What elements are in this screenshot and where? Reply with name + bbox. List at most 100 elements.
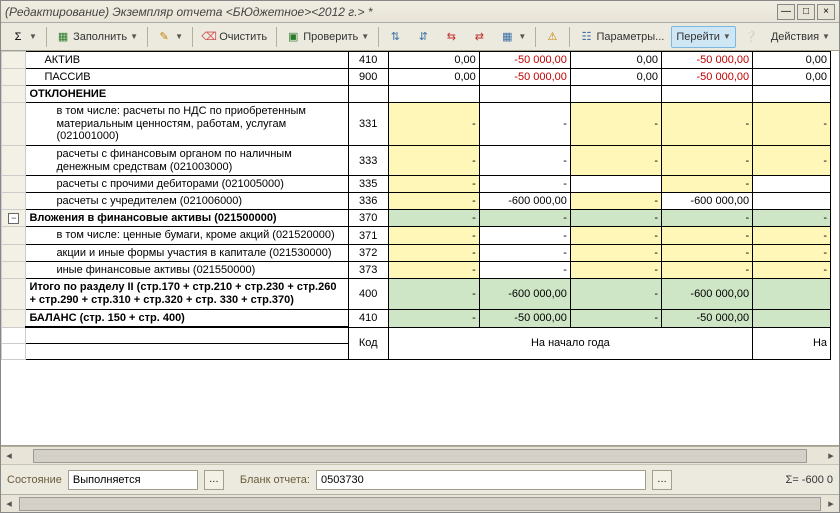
cell-value[interactable]: 0,00 [753, 69, 831, 86]
table-row[interactable]: иные финансовые активы (021550000)373---… [2, 262, 831, 279]
cell-value[interactable]: - [570, 145, 661, 175]
fill-button[interactable]: ▦ Заполнить▼ [50, 26, 143, 48]
tool-info[interactable]: ⚠ [539, 26, 565, 48]
actions-button[interactable]: Действия▼ [766, 26, 835, 48]
cell-value[interactable]: -50 000,00 [479, 69, 570, 86]
cell-value[interactable]: - [662, 176, 753, 193]
cell-value[interactable]: - [570, 309, 661, 327]
cell-value[interactable]: -50 000,00 [479, 52, 570, 69]
goto-button[interactable]: Перейти▼ [671, 26, 736, 48]
cell-value[interactable]: - [388, 103, 479, 146]
cell-value[interactable]: - [388, 279, 479, 309]
cell-value[interactable]: - [662, 244, 753, 262]
table-row[interactable]: в том числе: ценные бумаги, кроме акций … [2, 227, 831, 245]
state-picker[interactable]: … [204, 470, 224, 490]
close-button[interactable]: × [817, 4, 835, 20]
cell-value[interactable]: 0,00 [570, 69, 661, 86]
cell-value[interactable]: 0,00 [388, 52, 479, 69]
cell-value[interactable]: -50 000,00 [662, 52, 753, 69]
cell-value[interactable]: - [570, 193, 661, 210]
table-row[interactable]: ОТКЛОНЕНИЕ [2, 86, 831, 103]
cell-value[interactable]: - [570, 279, 661, 309]
cell-value[interactable]: - [479, 262, 570, 279]
cell-value[interactable]: -50 000,00 [662, 69, 753, 86]
cell-value[interactable]: - [388, 176, 479, 193]
cell-value[interactable]: - [662, 227, 753, 245]
tool-a5[interactable]: ▦▼ [494, 26, 531, 48]
cell-value[interactable]: -50 000,00 [479, 309, 570, 327]
cell-value[interactable]: - [753, 262, 831, 279]
cell-value[interactable]: - [570, 210, 661, 227]
cell-value[interactable]: - [388, 145, 479, 175]
cell-value[interactable]: - [388, 309, 479, 327]
cell-value[interactable]: - [388, 210, 479, 227]
cell-value[interactable]: - [753, 244, 831, 262]
report-grid[interactable]: АКТИВ4100,00-50 000,000,00-50 000,000,00… [1, 51, 831, 360]
cell-value[interactable]: - [753, 210, 831, 227]
window-horizontal-scrollbar[interactable]: ◂ ▸ [1, 494, 839, 512]
cell-value[interactable] [662, 86, 753, 103]
cell-value[interactable] [479, 86, 570, 103]
cell-value[interactable]: -600 000,00 [662, 279, 753, 309]
cell-value[interactable]: - [570, 262, 661, 279]
cell-value[interactable]: - [662, 145, 753, 175]
minimize-button[interactable]: — [777, 4, 795, 20]
cell-value[interactable]: - [388, 262, 479, 279]
cell-value[interactable]: - [570, 227, 661, 245]
cell-value[interactable] [753, 309, 831, 327]
horizontal-scrollbar[interactable]: ◂ ▸ [1, 446, 839, 464]
cell-value[interactable]: -600 000,00 [479, 193, 570, 210]
cell-value[interactable]: -50 000,00 [662, 309, 753, 327]
cell-value[interactable] [753, 193, 831, 210]
clear-button[interactable]: ⌫ Очистить [196, 26, 272, 48]
help-button[interactable]: ❔ [738, 26, 764, 48]
cell-value[interactable]: 0,00 [570, 52, 661, 69]
cell-value[interactable]: - [753, 145, 831, 175]
cell-value[interactable]: - [388, 193, 479, 210]
cell-value[interactable]: - [570, 244, 661, 262]
cell-value[interactable]: -600 000,00 [479, 279, 570, 309]
blank-input[interactable]: 0503730 [316, 470, 646, 490]
table-row[interactable]: −Вложения в финансовые активы (021500000… [2, 210, 831, 227]
cell-value[interactable]: - [479, 210, 570, 227]
cell-value[interactable]: 0,00 [753, 52, 831, 69]
cell-value[interactable]: - [479, 145, 570, 175]
cell-value[interactable]: - [479, 103, 570, 146]
table-row[interactable]: акции и иные формы участия в капитале (0… [2, 244, 831, 262]
cell-value[interactable]: - [388, 244, 479, 262]
cell-value[interactable] [570, 176, 661, 193]
cell-value[interactable] [388, 86, 479, 103]
cell-value[interactable]: - [753, 103, 831, 146]
cell-value[interactable]: - [662, 262, 753, 279]
grid-area[interactable]: АКТИВ4100,00-50 000,000,00-50 000,000,00… [1, 51, 839, 446]
cell-value[interactable]: - [753, 227, 831, 245]
cell-value[interactable]: - [662, 210, 753, 227]
cell-value[interactable] [753, 86, 831, 103]
cell-value[interactable] [570, 86, 661, 103]
sigma-button[interactable]: Σ▼ [5, 26, 42, 48]
tool-a2[interactable]: ⇵ [410, 26, 436, 48]
cell-value[interactable]: -600 000,00 [662, 193, 753, 210]
maximize-button[interactable]: □ [797, 4, 815, 20]
edit-button[interactable]: ✎▼ [151, 26, 188, 48]
table-row[interactable]: в том числе: расчеты по НДС по приобрете… [2, 103, 831, 146]
collapse-icon[interactable]: − [8, 213, 19, 224]
cell-value[interactable]: - [479, 176, 570, 193]
cell-value[interactable]: - [570, 103, 661, 146]
state-input[interactable]: Выполняется [68, 470, 198, 490]
cell-value[interactable]: - [479, 227, 570, 245]
cell-value[interactable] [753, 279, 831, 309]
cell-value[interactable]: - [479, 244, 570, 262]
params-button[interactable]: ☷ Параметры... [574, 26, 670, 48]
table-row[interactable]: расчеты с финансовым органом по наличным… [2, 145, 831, 175]
check-button[interactable]: ▣ Проверить▼ [280, 26, 374, 48]
table-row[interactable]: БАЛАНС (стр. 150 + стр. 400)410--50 000,… [2, 309, 831, 327]
tool-a3[interactable]: ⇆ [438, 26, 464, 48]
table-row[interactable]: расчеты с учредителем (021006000)336--60… [2, 193, 831, 210]
cell-value[interactable]: 0,00 [388, 69, 479, 86]
table-row[interactable]: расчеты с прочими дебиторами (021005000)… [2, 176, 831, 193]
cell-value[interactable] [753, 176, 831, 193]
table-row[interactable]: Итого по разделу II (стр.170 + стр.210 +… [2, 279, 831, 309]
cell-value[interactable]: - [388, 227, 479, 245]
tool-a1[interactable]: ⇅ [382, 26, 408, 48]
